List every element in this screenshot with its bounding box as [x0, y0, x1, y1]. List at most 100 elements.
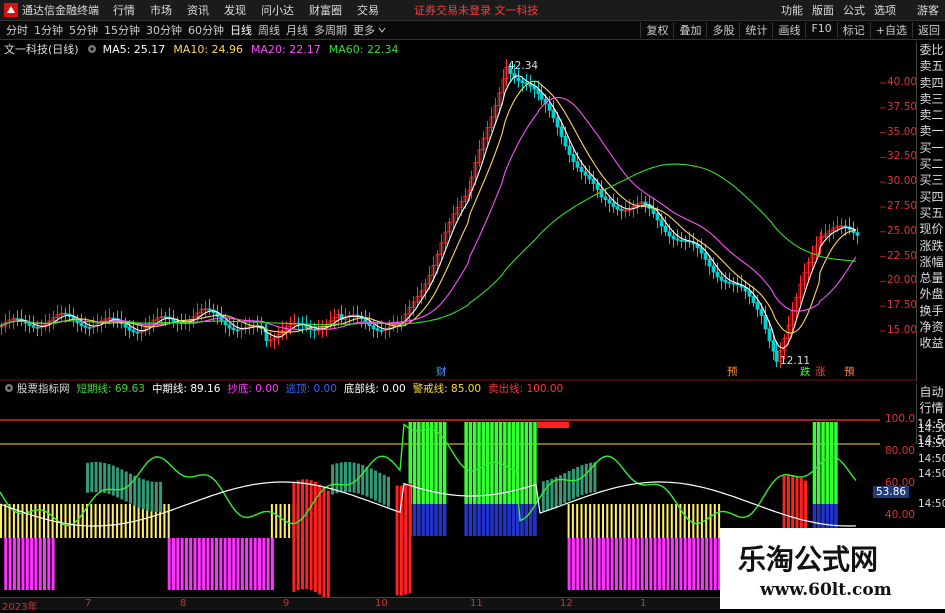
period-multi[interactable]: 多周期: [314, 22, 347, 38]
ind-bar: [64, 504, 67, 538]
ind-bar: [593, 504, 596, 538]
ind-bar: [589, 504, 592, 538]
candle-body: [774, 350, 779, 362]
ind-bar: [580, 504, 583, 538]
ind-bar: [584, 538, 588, 590]
menu-item-options[interactable]: 选项: [874, 2, 896, 18]
ind-bar: [38, 538, 42, 590]
ma5-label: MA5: 25.17: [102, 42, 166, 56]
candle-body: [15, 318, 20, 321]
period-tick[interactable]: 分时: [6, 22, 28, 38]
ma10-label: MA10: 24.96: [173, 42, 244, 56]
ind-bar: [417, 422, 421, 504]
f10-button[interactable]: F10: [805, 22, 836, 38]
ind-bar: [180, 538, 184, 590]
marker-rise[interactable]: 涨: [815, 364, 826, 379]
candle-body: [35, 326, 40, 329]
menu-item-trade[interactable]: 交易: [357, 2, 379, 18]
menu-item-news[interactable]: 资讯: [187, 2, 209, 18]
period-weekly[interactable]: 周线: [258, 22, 280, 38]
ind-bar: [649, 538, 653, 590]
ind-bar: [4, 504, 7, 538]
guest-label[interactable]: 游客: [917, 2, 939, 18]
ind-bar: [597, 538, 601, 590]
ind-bar: [473, 422, 477, 504]
candle-body: [563, 136, 568, 147]
statistics-button[interactable]: 统计: [739, 22, 772, 38]
marker-fall[interactable]: 跌: [800, 364, 811, 379]
draw-line-button[interactable]: 画线: [772, 22, 805, 38]
ind-bar: [524, 422, 529, 504]
multi-stock-button[interactable]: 多股: [706, 22, 739, 38]
ind-bar: [825, 422, 830, 504]
ind-time-4: 14:50: [918, 498, 945, 510]
overlay-button[interactable]: 叠加: [673, 22, 706, 38]
quote-field-10: 买五: [919, 205, 944, 220]
menu-item-market[interactable]: 市场: [150, 2, 172, 18]
marker-forecast-2[interactable]: 預: [844, 364, 855, 379]
add-watchlist-button[interactable]: +自选: [869, 22, 912, 38]
ind-bar: [90, 504, 93, 538]
kline-chart[interactable]: [0, 42, 915, 597]
ind-bar: [636, 504, 639, 538]
candle-body: [219, 315, 224, 322]
ind-bar: [348, 462, 352, 493]
period-15min[interactable]: 15分钟: [104, 22, 140, 38]
chevron-down-icon[interactable]: [377, 25, 387, 35]
ind-bar: [653, 538, 657, 590]
ind-bar: [563, 473, 567, 504]
ind-bar: [25, 504, 28, 538]
candle-body: [719, 276, 724, 281]
ind-bar: [262, 538, 266, 590]
ind-bar: [576, 504, 579, 538]
quote-field-4: 卖二: [919, 108, 944, 123]
ind-bar: [662, 504, 665, 538]
ind-bar: [86, 462, 89, 493]
restore-rights-button[interactable]: 复权: [640, 22, 673, 38]
ind-bar: [344, 462, 347, 493]
indicator-settings-icon[interactable]: [4, 383, 14, 393]
period-1min[interactable]: 1分钟: [34, 22, 63, 38]
ind-bar: [580, 465, 584, 496]
ind-bar: [421, 504, 425, 536]
ind-bar: [571, 468, 575, 499]
menu-item-formula[interactable]: 公式: [843, 2, 865, 18]
ind-bar: [688, 538, 691, 590]
period-5min[interactable]: 5分钟: [69, 22, 98, 38]
ind-bar: [107, 504, 110, 538]
ind-bar: [365, 466, 369, 497]
ind-bar: [589, 538, 593, 590]
settings-icon[interactable]: [87, 44, 97, 54]
period-monthly[interactable]: 月线: [286, 22, 308, 38]
menu-item-discover[interactable]: 发现: [224, 2, 246, 18]
ind-bar: [666, 504, 669, 538]
period-daily[interactable]: 日线: [230, 22, 252, 38]
marker-forecast[interactable]: 预: [727, 364, 738, 379]
ind-bar: [43, 538, 46, 590]
ind-bar: [326, 490, 330, 597]
menu-item-wealth[interactable]: 财富圈: [309, 2, 342, 18]
marker-finance[interactable]: 财: [436, 364, 447, 379]
ind-bar: [305, 479, 309, 590]
ind-bar: [17, 538, 21, 590]
period-more[interactable]: 更多: [353, 22, 375, 38]
back-button[interactable]: 返回: [912, 22, 945, 38]
ind-bar: [666, 538, 670, 590]
candle-body: [207, 308, 212, 311]
candle-body: [547, 103, 552, 111]
ind-bar: [77, 504, 80, 538]
menu-item-function[interactable]: 功能: [781, 2, 803, 18]
mark-button[interactable]: 标记: [836, 22, 870, 38]
period-30min[interactable]: 30分钟: [146, 22, 182, 38]
period-60min[interactable]: 60分钟: [188, 22, 224, 38]
candle-body: [707, 258, 712, 267]
ind-bar: [94, 504, 97, 538]
ind-bar: [193, 538, 197, 590]
menu-item-layout[interactable]: 版面: [812, 2, 834, 18]
ind-bar: [387, 476, 390, 507]
ind-bar: [619, 504, 622, 538]
login-notice[interactable]: 证券交易未登录 文一科技: [414, 2, 539, 18]
menu-item-quotes[interactable]: 行情: [113, 2, 135, 18]
menu-item-ask[interactable]: 问小达: [261, 2, 294, 18]
ind-bar: [614, 538, 618, 590]
